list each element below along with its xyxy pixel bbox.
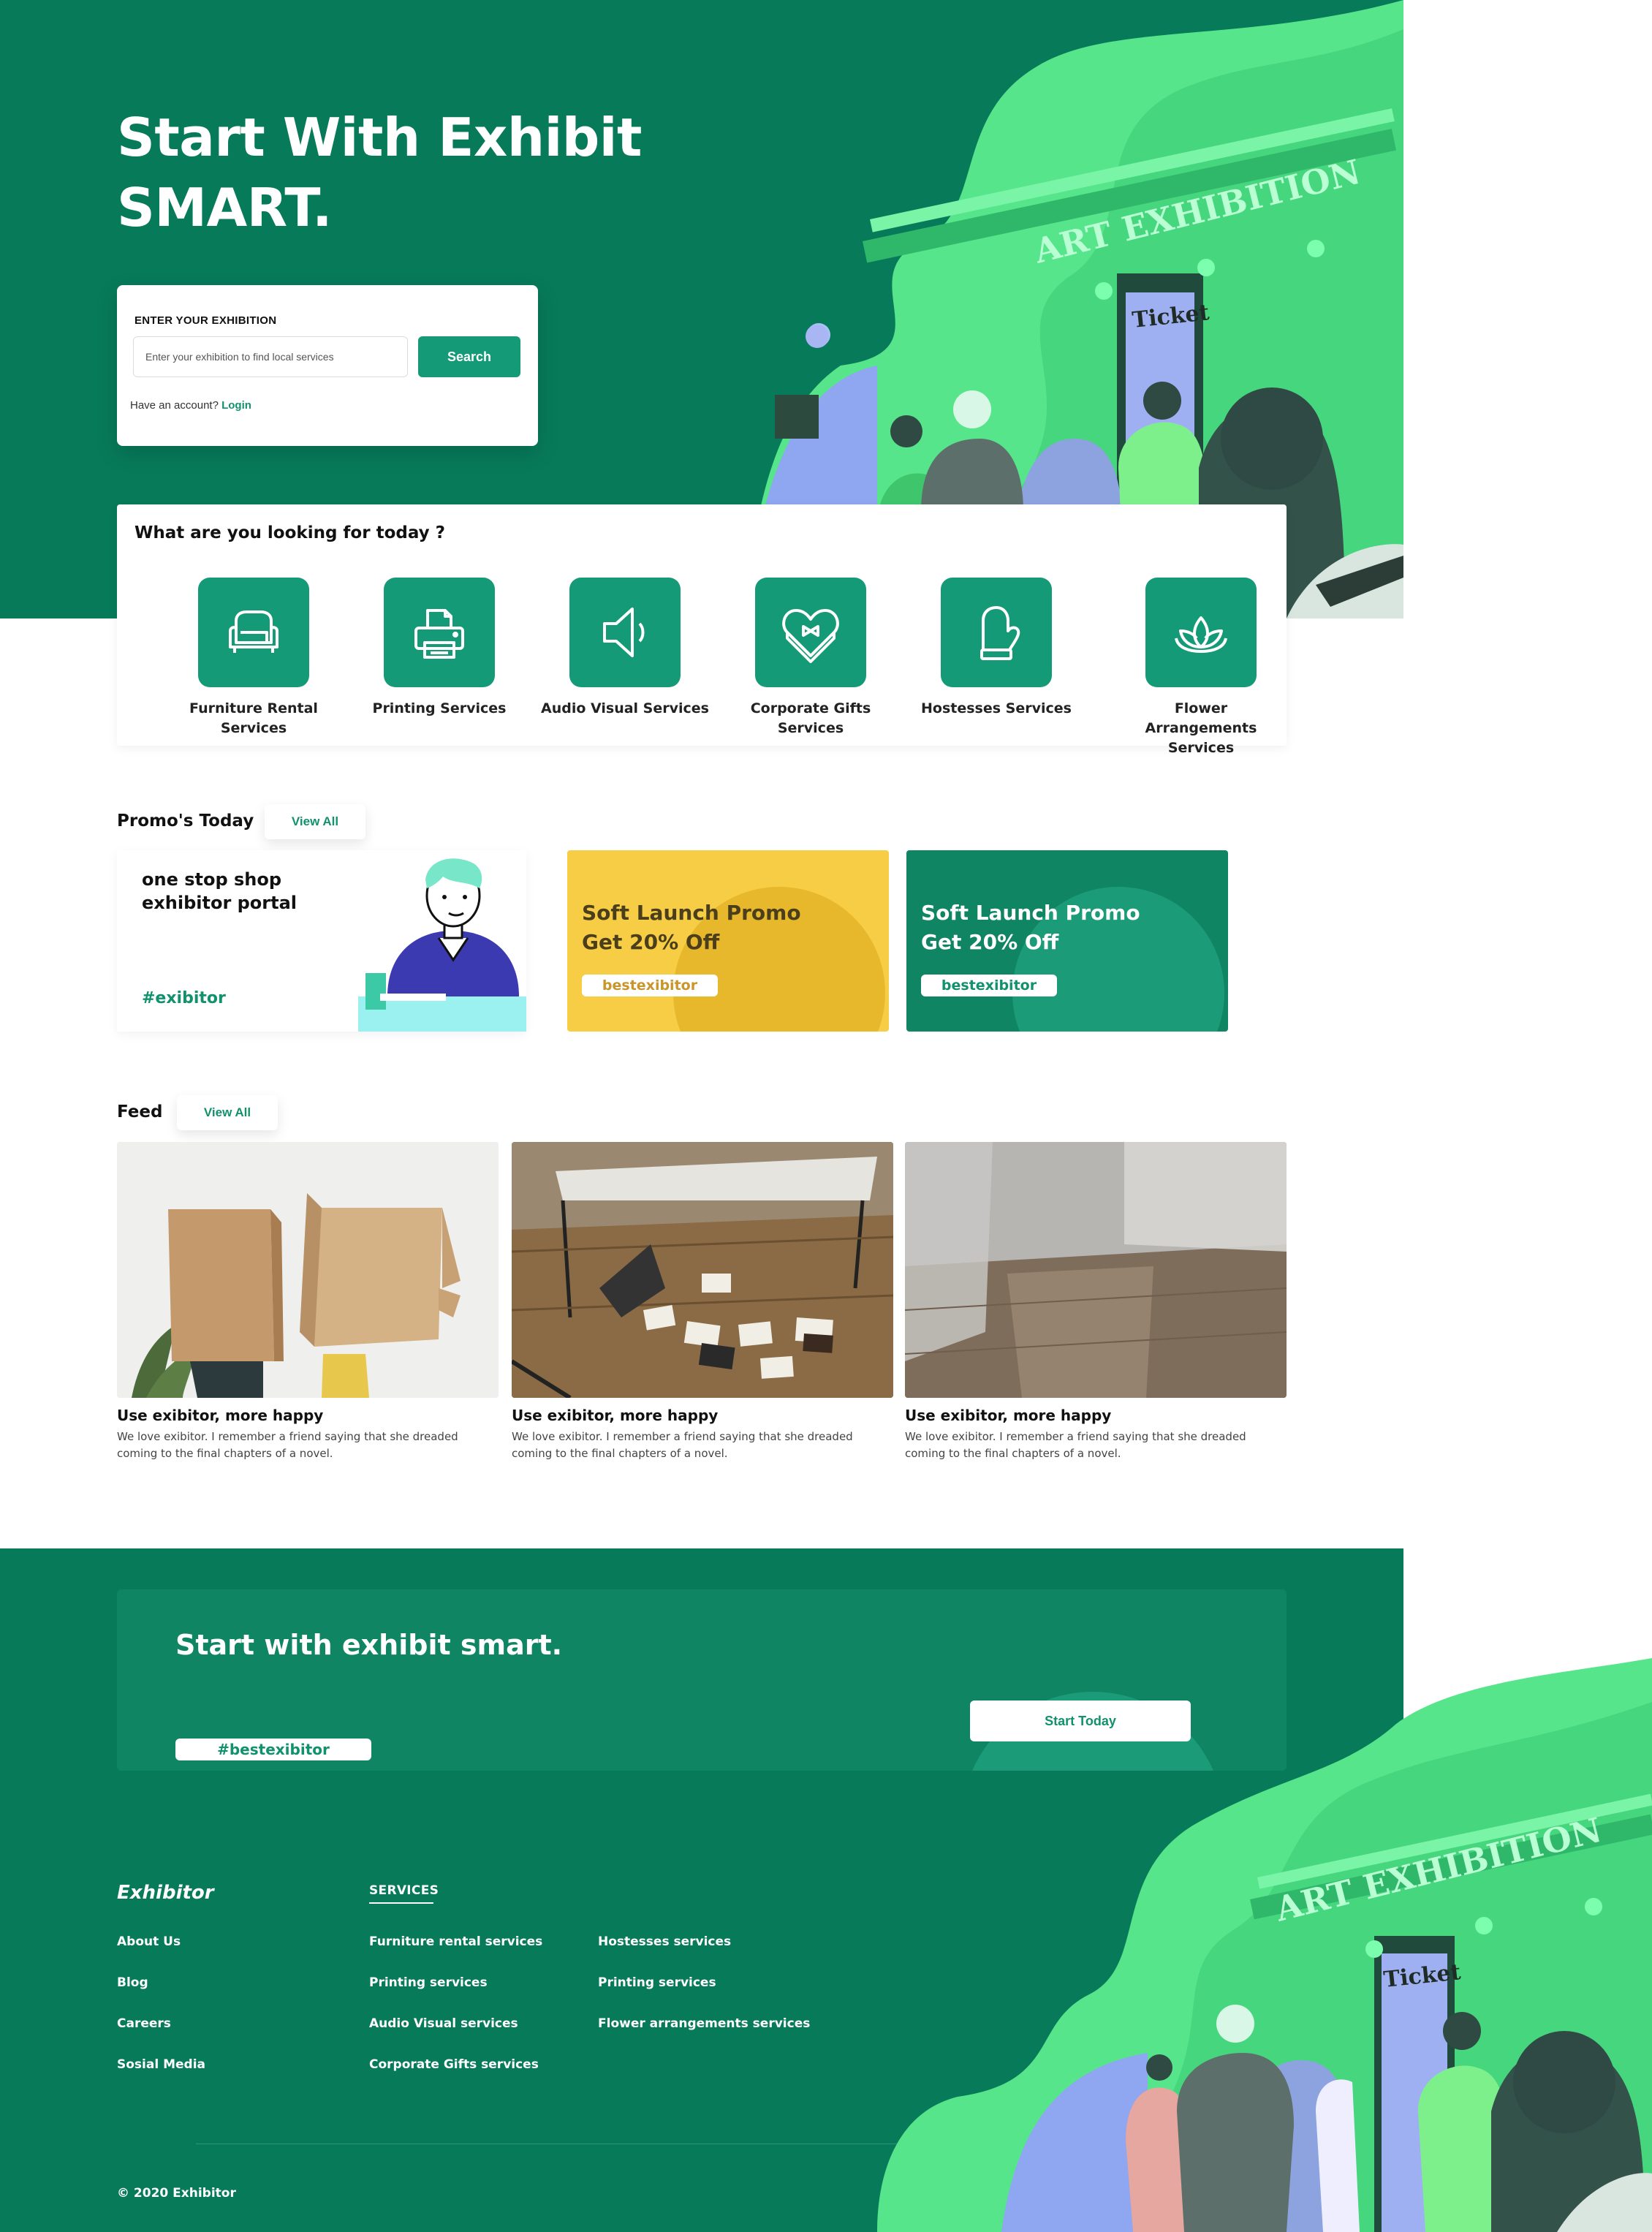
footer-link-blog[interactable]: Blog — [117, 1975, 148, 1990]
feed-description: We love exibitor. I remember a friend sa… — [512, 1430, 853, 1460]
feed-image-studio — [512, 1142, 893, 1398]
armchair-icon — [198, 578, 309, 687]
exhibition-search-input[interactable] — [133, 336, 408, 377]
footer-link-about[interactable]: About Us — [117, 1934, 181, 1949]
footer-services-heading: SERVICES — [369, 1883, 439, 1898]
category-printing[interactable]: Printing Services — [355, 578, 523, 719]
promo-feature-card[interactable]: one stop shop exhibitor portal #exibitor — [117, 850, 526, 1032]
hero-title-line2: SMART. — [117, 177, 332, 238]
promo-feature-tag: #exibitor — [142, 989, 226, 1007]
feed-card[interactable]: Use exibitor, more happy We love exibito… — [512, 1142, 893, 1462]
person-laptop-illustration — [358, 858, 526, 1032]
promo-code-badge[interactable]: bestexibitor — [921, 975, 1057, 996]
feed-heading: Feed — [117, 1102, 163, 1121]
speaker-icon — [569, 578, 681, 687]
categories-heading: What are you looking for today ? — [134, 523, 445, 542]
promo-title-line1: Soft Launch Promo — [582, 901, 801, 925]
promo-title: Soft Launch Promo Get 20% Off — [921, 899, 1140, 957]
category-corporate-gifts[interactable]: Corporate Gifts Services — [727, 578, 895, 738]
promo-title: Soft Launch Promo Get 20% Off — [582, 899, 801, 957]
footer-link-social-media[interactable]: Sosial Media — [117, 2057, 205, 2072]
search-card: ENTER YOUR EXHIBITION Search Have an acc… — [117, 285, 538, 446]
hero-title-line1: Start With Exhibit — [117, 107, 642, 168]
login-link[interactable]: Login — [221, 399, 251, 412]
footer-link-printing[interactable]: Printing services — [369, 1975, 488, 1990]
cta-title: Start with exhibit smart. — [175, 1629, 563, 1661]
promo-title-line2: Get 20% Off — [921, 930, 1059, 954]
footer-link-furniture-rental[interactable]: Furniture rental services — [369, 1934, 542, 1949]
feed-card[interactable]: Use exibitor, more happy We love exibito… — [905, 1142, 1287, 1462]
promo-title-line1: Soft Launch Promo — [921, 901, 1140, 925]
footer-link-corporate-gifts[interactable]: Corporate Gifts services — [369, 2057, 539, 2072]
feed-title: Use exibitor, more happy — [512, 1407, 719, 1424]
account-row: Have an account? Login — [130, 399, 251, 412]
category-flower-arrangements[interactable]: Flower Arrangements Services — [1117, 578, 1285, 758]
cta-tag: #bestexibitor — [175, 1739, 371, 1760]
feed-image-boxes — [117, 1142, 499, 1398]
promo-feature-title: one stop shop exhibitor portal — [142, 869, 298, 913]
feed-card[interactable]: Use exibitor, more happy We love exibito… — [117, 1142, 499, 1462]
feed-description: We love exibitor. I remember a friend sa… — [905, 1430, 1246, 1460]
cta-banner: Start with exhibit smart. #bestexibitor … — [117, 1589, 1287, 1771]
hero-title: Start With Exhibit SMART. — [117, 102, 672, 243]
category-label: Corporate Gifts Services — [750, 700, 871, 736]
search-label: ENTER YOUR EXHIBITION — [134, 314, 277, 327]
lotus-icon — [1145, 578, 1257, 687]
promo-card-yellow[interactable]: Soft Launch Promo Get 20% Off bestexibit… — [567, 850, 889, 1032]
promo-card-green[interactable]: Soft Launch Promo Get 20% Off bestexibit… — [906, 850, 1228, 1032]
search-button[interactable]: Search — [418, 336, 520, 377]
category-label: Audio Visual Services — [541, 700, 709, 716]
footer-services-underline — [369, 1902, 433, 1904]
footer: Start with exhibit smart. #bestexibitor … — [0, 1548, 1403, 2232]
promo-title-line2: Get 20% Off — [582, 930, 720, 954]
feed-image-hall — [905, 1142, 1287, 1398]
footer-link-printing-2[interactable]: Printing services — [598, 1975, 716, 1990]
start-today-button[interactable]: Start Today — [970, 1701, 1191, 1741]
footer-brand-logo[interactable]: Exhibitor — [117, 1882, 214, 1904]
promos-view-all-button[interactable]: View All — [265, 804, 365, 839]
feed-title: Use exibitor, more happy — [905, 1407, 1112, 1424]
categories-card: What are you looking for today ? Furnitu… — [117, 504, 1287, 756]
footer-link-audio-visual[interactable]: Audio Visual services — [369, 2016, 518, 2031]
promo-code-badge[interactable]: bestexibitor — [582, 975, 718, 996]
category-audio-visual[interactable]: Audio Visual Services — [541, 578, 709, 719]
category-label: Flower Arrangements Services — [1145, 700, 1257, 756]
copyright: © 2020 Exhibitor — [117, 2186, 236, 2201]
category-label: Furniture Rental Services — [189, 700, 318, 736]
glove-icon — [941, 578, 1052, 687]
footer-link-flower-arrangements[interactable]: Flower arrangements services — [598, 2016, 810, 2031]
footer-link-careers[interactable]: Careers — [117, 2016, 171, 2031]
account-prompt: Have an account? — [130, 399, 219, 412]
category-furniture-rental[interactable]: Furniture Rental Services — [170, 578, 338, 738]
category-hostesses[interactable]: Hostesses Services — [912, 578, 1080, 719]
category-label: Printing Services — [372, 700, 507, 716]
footer-link-hostesses[interactable]: Hostesses services — [598, 1934, 731, 1949]
printer-icon — [384, 578, 495, 687]
feed-title: Use exibitor, more happy — [117, 1407, 324, 1424]
gift-heart-icon — [755, 578, 866, 687]
category-label: Hostesses Services — [921, 700, 1072, 716]
feed-view-all-button[interactable]: View All — [177, 1095, 278, 1130]
promos-heading: Promo's Today — [117, 812, 254, 831]
feed-description: We love exibitor. I remember a friend sa… — [117, 1430, 458, 1460]
